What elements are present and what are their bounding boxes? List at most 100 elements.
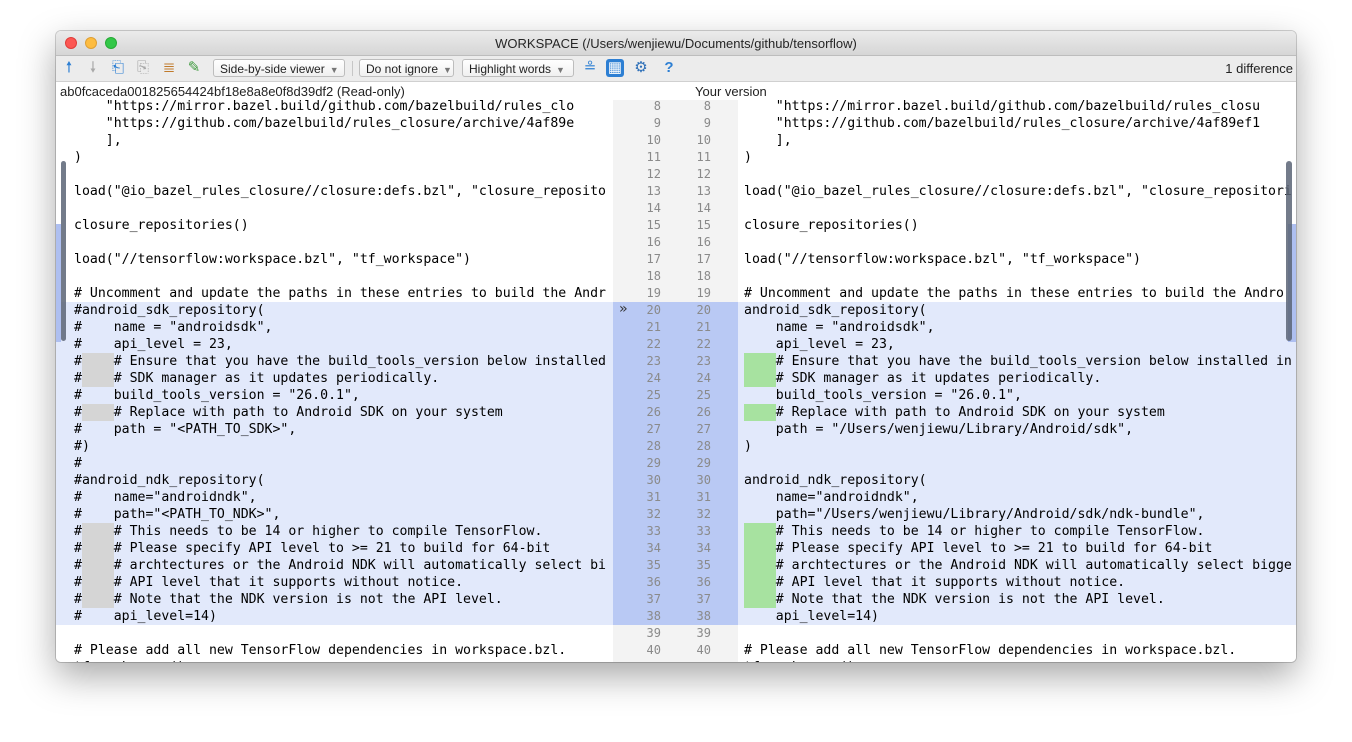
difference-count: 1 difference <box>1225 61 1293 76</box>
left-line-number: 31 <box>646 490 661 504</box>
left-line-number: 16 <box>646 235 661 249</box>
left-line-number: 20 <box>646 303 661 317</box>
right-line-number: 14 <box>696 201 711 215</box>
left-code-line: load("//tensorflow:workspace.bzl", "tf_w… <box>74 252 471 267</box>
left-line-number: 34 <box>646 541 661 555</box>
right-code-line: ) <box>744 150 752 165</box>
left-line-number: 8 <box>653 100 661 113</box>
left-line-number: 39 <box>646 626 661 640</box>
left-code-line: # # Note that the NDK version is not the… <box>74 592 503 607</box>
highlight-mode-dropdown[interactable]: Highlight words ▼ <box>462 59 574 77</box>
left-line-number: 29 <box>646 456 661 470</box>
left-editor[interactable]: "https://mirror.bazel.build/github.com/b… <box>56 100 613 662</box>
chevron-down-icon: ▼ <box>329 65 339 75</box>
right-line-number: 34 <box>696 541 711 555</box>
left-code-line: # path = "<PATH_TO_SDK>", <box>74 422 297 437</box>
left-line-number: 12 <box>646 167 661 181</box>
arrow-down-icon[interactable]: 🠗 <box>84 59 102 77</box>
left-line-number: 15 <box>646 218 661 232</box>
highlight-mode-label: Highlight words <box>469 62 552 76</box>
panel-headers: ab0fcaceda001825654424bf18e8a8e0f8d39df2… <box>56 82 1296 100</box>
right-code-line: load("@io_bazel_rules_closure//closure:d… <box>744 184 1292 199</box>
left-line-number: 28 <box>646 439 661 453</box>
right-code-line: android_ndk_repository( <box>744 473 927 488</box>
collapse-unchanged-icon[interactable]: ≗ <box>581 59 599 77</box>
right-line-number: 38 <box>696 609 711 623</box>
left-line-number: 41 <box>641 659 661 662</box>
right-line-number: 27 <box>696 422 711 436</box>
right-line-number: 20 <box>696 303 711 317</box>
right-code-line: load("//tensorflow:workspace.bzl", "tf_w… <box>744 252 1141 267</box>
left-code-line: tf_workspace() <box>74 659 185 662</box>
left-code-line: "https://github.com/bazelbuild/rules_clo… <box>74 116 575 131</box>
chevron-down-icon: ▼ <box>443 65 452 75</box>
previous-file-icon[interactable]: ⎘ <box>134 59 152 77</box>
left-line-number: 9 <box>653 116 661 130</box>
diff-toolbar: 🠕 🠗 ⎗ ⎘ ≣ ✎ Side-by-side viewer ▼ Do not … <box>56 56 1296 82</box>
right-line-number: 31 <box>696 490 711 504</box>
left-code-line: #android_ndk_repository( <box>74 473 265 488</box>
right-line-number: 24 <box>696 371 711 385</box>
apply-change-arrow-icon[interactable]: » <box>619 301 627 317</box>
viewer-mode-dropdown[interactable]: Side-by-side viewer ▼ <box>213 59 345 77</box>
left-line-number: 25 <box>646 388 661 402</box>
left-code-line: "https://mirror.bazel.build/github.com/b… <box>74 100 575 114</box>
right-line-number: 12 <box>696 167 711 181</box>
right-line-number: 32 <box>696 507 711 521</box>
left-code-line: # api_level = 23, <box>74 337 233 352</box>
right-line-number: 8 <box>703 100 711 113</box>
right-code-line: api_level=14) <box>744 609 879 624</box>
right-line-number: 37 <box>696 592 711 606</box>
right-panel-header: Your version <box>695 84 767 99</box>
left-line-number: 22 <box>646 337 661 351</box>
left-scrollbar[interactable] <box>61 161 66 341</box>
right-code-line: # Uncomment and update the paths in thes… <box>744 286 1284 301</box>
right-code-line: # Replace with path to Android SDK on yo… <box>744 405 1165 420</box>
left-code-line: # Please add all new TensorFlow dependen… <box>74 643 567 658</box>
right-scrollbar[interactable] <box>1286 161 1292 341</box>
right-code-line: tf_workspace() <box>744 659 855 662</box>
line-number-gutter: 8 8 9 9 10 10 11 11 12 12 13 13 14 14 15 15 16 16 17 17 18 18… <box>613 100 738 662</box>
toolbar-divider <box>352 61 353 76</box>
ignore-mode-dropdown[interactable]: Do not ignore ▼ <box>359 59 454 77</box>
right-editor[interactable]: "https://mirror.bazel.build/github.com/b… <box>738 100 1296 662</box>
left-panel-header: ab0fcaceda001825654424bf18e8a8e0f8d39df2… <box>60 84 405 99</box>
left-line-number: 14 <box>646 201 661 215</box>
right-line-number: 29 <box>696 456 711 470</box>
chevron-down-icon: ▼ <box>556 65 565 75</box>
left-line-number: 27 <box>646 422 661 436</box>
left-line-number: 30 <box>646 473 661 487</box>
right-line-number: 40 <box>696 643 711 657</box>
left-code-line: # # SDK manager as it updates periodical… <box>74 371 440 386</box>
left-code-line: # # Replace with path to Android SDK on … <box>74 405 503 420</box>
right-code-line: # Note that the NDK version is not the A… <box>744 592 1165 607</box>
next-file-icon[interactable]: ⎗ <box>109 59 127 77</box>
right-code-line: # API level that it supports without not… <box>744 575 1126 590</box>
apply-icon[interactable]: ≣ <box>160 59 178 77</box>
right-code-line: build_tools_version = "26.0.1", <box>744 388 1022 403</box>
left-code-line: # api_level=14) <box>74 609 217 624</box>
left-line-number: 36 <box>646 575 661 589</box>
right-line-number: 26 <box>696 405 711 419</box>
right-line-number: 25 <box>696 388 711 402</box>
left-line-number: 10 <box>646 133 661 147</box>
right-line-number: 16 <box>696 235 711 249</box>
arrow-up-icon[interactable]: 🠕 <box>60 59 78 77</box>
gear-icon[interactable]: ⚙ <box>632 59 650 77</box>
right-code-line: android_sdk_repository( <box>744 303 927 318</box>
left-code-line: ) <box>74 150 82 165</box>
help-icon[interactable]: ? <box>660 59 678 77</box>
left-line-number: 23 <box>646 354 661 368</box>
right-line-number: 22 <box>696 337 711 351</box>
sync-scroll-icon[interactable]: ▦ <box>606 59 624 77</box>
right-code-line: closure_repositories() <box>744 218 919 233</box>
edit-source-icon[interactable]: ✎ <box>185 59 203 77</box>
right-code-line: name="androidndk", <box>744 490 919 505</box>
left-code-line: load("@io_bazel_rules_closure//closure:d… <box>74 184 606 199</box>
right-line-number: 17 <box>696 252 711 266</box>
left-line-number: 38 <box>646 609 661 623</box>
left-code-line: ], <box>74 133 122 148</box>
right-line-number: 10 <box>696 133 711 147</box>
right-code-line: # Please specify API level to >= 21 to b… <box>744 541 1213 556</box>
left-code-line: # name="androidndk", <box>74 490 257 505</box>
